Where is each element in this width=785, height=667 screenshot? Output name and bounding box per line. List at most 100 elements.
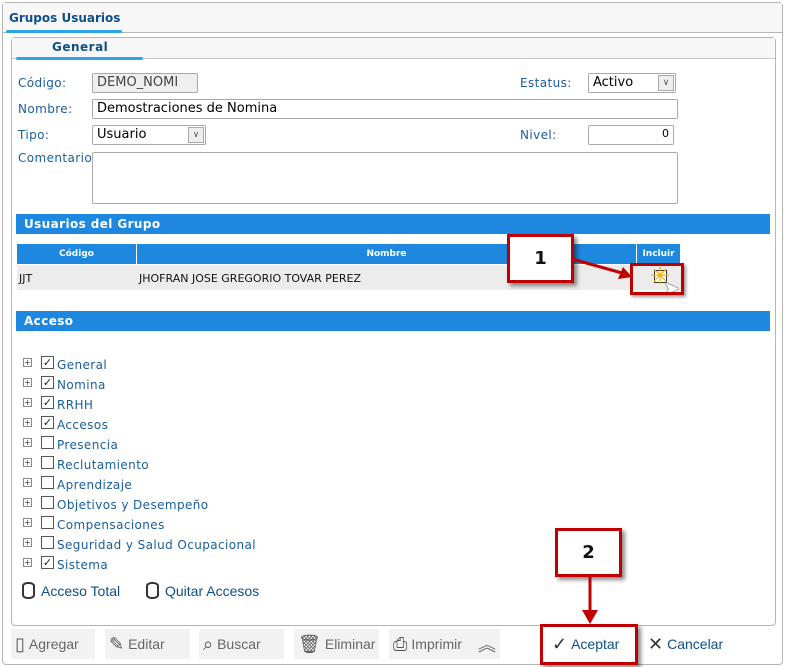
usuarios-grupo-header: Usuarios del Grupo [16,214,770,234]
tree-item-label: Aprendizaje [57,477,133,492]
expand-icon[interactable]: + [23,417,32,427]
access-checkbox[interactable]: ✓ [41,415,54,429]
tree-item: + Reclutamiento [23,452,256,472]
estatus-select[interactable]: Activo ∨ [588,73,676,93]
editar-label: Editar [128,636,165,652]
codigo-label: Código: [18,76,67,90]
collapse-button[interactable]: ︽ [474,629,500,659]
cancelar-button[interactable]: ✕ Cancelar [644,629,734,659]
database-icon [22,582,35,599]
subtab-bar [12,38,775,59]
access-checkbox[interactable] [41,475,54,489]
cancelar-label: Cancelar [667,636,724,652]
agregar-label: Agregar [28,636,79,652]
access-checkbox[interactable] [41,535,54,549]
quitar-accesos-label: Quitar Accesos [165,582,260,599]
tree-item: + Seguridad y Salud Ocupacional [23,532,256,552]
tree-item-label: Seguridad y Salud Ocupacional [57,537,256,552]
annotation-arrow-1 [571,257,632,279]
buscar-label: Buscar [217,636,261,652]
tree-item: + Compensaciones [23,512,256,532]
tab-underline [16,57,143,60]
chevron-down-icon: ∨ [188,127,204,143]
edit-icon: ✎ [109,633,125,654]
access-checkbox[interactable] [41,495,54,509]
access-checkbox[interactable] [41,515,54,529]
eliminar-button[interactable]: 🗑 Eliminar [294,629,379,659]
nombre-label: Nombre: [18,102,73,116]
expand-icon[interactable]: + [23,377,32,387]
tree-item-label: Compensaciones [57,517,165,532]
access-checkbox[interactable]: ✓ [41,395,54,409]
acceso-total-button[interactable]: Acceso Total [22,582,120,599]
nivel-label: Nivel: [520,128,557,142]
tree-item-label: Accesos [57,417,109,432]
annotation-step-1: 1 [507,234,574,283]
expand-icon[interactable]: + [23,437,32,447]
tab-grupos-usuarios[interactable]: Grupos Usuarios [9,11,120,25]
tab-general[interactable]: General [52,40,108,54]
nombre-field[interactable]: Demostraciones de Nomina [92,99,678,119]
tree-item-label: Reclutamiento [57,457,150,472]
double-chevron-up-icon: ︽ [478,635,496,655]
column-header-incluir: Incluir [637,244,681,264]
estatus-label: Estatus: [520,76,572,90]
column-header-codigo: Código [17,244,137,264]
close-icon: ✕ [648,633,664,654]
expand-icon[interactable]: + [23,477,32,487]
buscar-button[interactable]: ⌕ Buscar [199,629,284,659]
expand-icon[interactable]: + [23,397,32,407]
tree-item: + Presencia [23,432,256,452]
acceso-total-label: Acceso Total [41,582,121,599]
tree-item-label: Sistema [57,557,109,572]
tree-item-label: General [57,357,108,372]
tree-item-label: RRHH [57,397,94,412]
tree-item: + ✓ Accesos [23,412,256,432]
tree-item: + ✓ Sistema [23,552,256,572]
expand-icon[interactable]: + [23,537,32,547]
annotation-step-2: 2 [555,528,622,577]
expand-icon[interactable]: + [23,457,32,467]
acceso-tree: + ✓ General + ✓ Nomina + ✓ RRHH + ✓ Accesos + Presenc… [23,352,256,572]
tree-item: + Aprendizaje [23,472,256,492]
nivel-field[interactable]: 0 [588,125,674,145]
eliminar-label: Eliminar [324,636,376,652]
agregar-button[interactable]: ▯ Agregar [11,629,95,659]
tree-item-label: Presencia [57,437,119,452]
tree-item: + ✓ Nomina [23,372,256,392]
expand-icon[interactable]: + [23,497,32,507]
search-document-icon: ⌕ [203,633,214,654]
tree-item-label: Nomina [57,377,106,392]
expand-icon[interactable]: + [23,517,32,527]
comentario-label: Comentario: [18,151,97,165]
tree-item: + ✓ General [23,352,256,372]
comentario-field[interactable] [92,152,678,204]
add-document-icon: ▯ [15,633,25,654]
access-checkbox[interactable] [41,455,54,469]
codigo-field[interactable]: DEMO_NOMI [92,73,198,93]
tipo-select[interactable]: Usuario ∨ [92,125,206,145]
quitar-accesos-button[interactable]: Quitar Accesos [146,582,259,599]
editar-button[interactable]: ✎ Editar [105,629,190,659]
annotation-arrow-2 [582,576,598,624]
expand-icon[interactable]: + [23,557,32,567]
tipo-label: Tipo: [18,128,50,142]
tree-item-label: Objetivos y Desempeño [57,497,209,512]
access-checkbox[interactable] [41,435,54,449]
trash-icon: 🗑 [298,633,321,654]
chevron-down-icon: ∨ [658,75,674,91]
access-checkbox[interactable]: ✓ [41,555,54,569]
imprimir-button[interactable]: ⎙ Imprimir [389,629,474,659]
annotation-highlight-aceptar [540,624,638,665]
printer-icon: ⎙ [393,633,408,654]
access-checkbox[interactable]: ✓ [41,355,54,369]
tree-item: + ✓ RRHH [23,392,256,412]
access-checkbox[interactable]: ✓ [41,375,54,389]
tree-item: + Objetivos y Desempeño [23,492,256,512]
row-codigo: JJT [19,272,33,285]
tipo-value: Usuario [97,127,147,142]
expand-icon[interactable]: + [23,357,32,367]
row-nombre: JHOFRAN JOSE GREGORIO TOVAR PEREZ [139,272,362,285]
acceso-header: Acceso [16,311,770,331]
tab-underline [6,30,122,33]
